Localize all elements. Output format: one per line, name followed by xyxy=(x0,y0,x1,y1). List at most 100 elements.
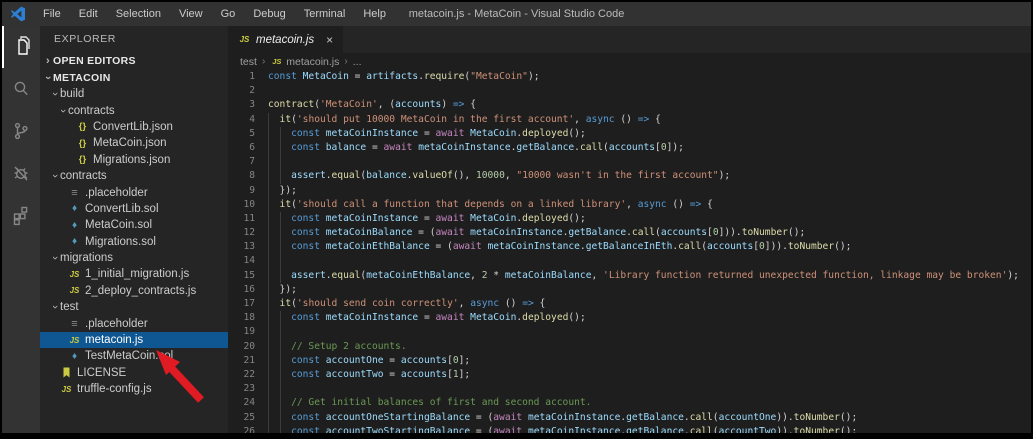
json-file-icon: {} xyxy=(76,138,89,149)
tree-file-metacoin-json[interactable]: {}MetaCoin.json xyxy=(40,135,228,151)
default-file-icon: ≡ xyxy=(68,187,81,199)
indent-guide xyxy=(268,184,280,198)
menu-help[interactable]: Help xyxy=(354,2,395,26)
tree-file-metacoin-js[interactable]: JSmetacoin.js xyxy=(40,332,228,348)
tree-item-label: LICENSE xyxy=(77,367,126,379)
indent-guide xyxy=(280,226,292,240)
chevron-icon: › xyxy=(49,171,61,181)
tree-file--placeholder[interactable]: ≡ .placeholder xyxy=(40,184,228,200)
tree-file--placeholder[interactable]: ≡.placeholder xyxy=(40,315,228,331)
tree-file-2-deploy-contracts-js[interactable]: JS2_deploy_contracts.js xyxy=(40,283,228,299)
line-number: 21 xyxy=(228,354,268,368)
indent-guide xyxy=(268,325,280,339)
line-number: 14 xyxy=(228,254,268,268)
line-number: 1 xyxy=(228,70,268,84)
explorer-sidebar: EXPLORER › OPEN EDITORS › METACOIN ›buil… xyxy=(40,26,228,433)
tree-file-migrations-json[interactable]: {}Migrations.json xyxy=(40,152,228,168)
js-file-icon: JS xyxy=(68,286,81,295)
menu-file[interactable]: File xyxy=(34,2,70,26)
tree-file-testmetacoin-sol[interactable]: ♦TestMetaCoin.sol xyxy=(40,348,228,364)
tab-metacoin-js[interactable]: JS metacoin.js × xyxy=(228,26,343,53)
tree-folder-contracts[interactable]: ›contracts xyxy=(40,102,228,118)
indent-guide xyxy=(280,354,292,368)
code-line: 11const metaCoinInstance = await MetaCoi… xyxy=(228,212,1031,226)
vscode-logo-icon xyxy=(10,6,26,22)
extensions-icon[interactable] xyxy=(2,194,40,236)
menu-view[interactable]: View xyxy=(170,2,212,26)
code-line: 23 xyxy=(228,382,1031,396)
line-number: 25 xyxy=(228,411,268,425)
tree-file-convertlib-sol[interactable]: ♦ConvertLib.sol xyxy=(40,201,228,217)
indent-guide xyxy=(268,169,280,183)
indent-guide xyxy=(280,141,292,155)
code-line: 1const MetaCoin = artifacts.require("Met… xyxy=(228,70,1031,84)
source-control-icon[interactable] xyxy=(2,110,40,152)
tree-folder-build[interactable]: ›build xyxy=(40,86,228,102)
js-icon: JS xyxy=(270,57,283,66)
line-number: 24 xyxy=(228,396,268,410)
line-number: 12 xyxy=(228,226,268,240)
code-editor[interactable]: 1const MetaCoin = artifacts.require("Met… xyxy=(228,70,1031,433)
tree-item-label: .placeholder xyxy=(85,318,148,330)
indent-guide xyxy=(268,198,280,212)
tree-item-label: MetaCoin.sol xyxy=(85,219,152,231)
line-number: 10 xyxy=(228,198,268,212)
breadcrumb-item--[interactable]: ... xyxy=(353,56,362,68)
search-icon[interactable] xyxy=(2,68,40,110)
explorer-icon[interactable] xyxy=(2,26,40,68)
tree-item-label: .placeholder xyxy=(85,187,148,199)
line-number: 5 xyxy=(228,127,268,141)
code-line: 3contract('MetaCoin', (accounts) => { xyxy=(228,98,1031,112)
indent-guide xyxy=(280,340,292,354)
indent-guide xyxy=(268,340,280,354)
tree-file-metacoin-sol[interactable]: ♦ MetaCoin.sol xyxy=(40,217,228,233)
tree-folder-contracts[interactable]: ›contracts xyxy=(40,168,228,184)
indent-guide xyxy=(280,169,292,183)
close-icon[interactable]: × xyxy=(324,33,335,47)
tree-file-license[interactable]: LICENSE xyxy=(40,365,228,381)
tree-item-label: contracts xyxy=(68,105,115,117)
code-line: 9}); xyxy=(228,184,1031,198)
indent-guide xyxy=(268,425,280,433)
line-number: 4 xyxy=(228,113,268,127)
breadcrumb-item-test[interactable]: test xyxy=(240,56,257,68)
line-number: 6 xyxy=(228,141,268,155)
chevron-icon: › xyxy=(49,253,61,263)
solidity-file-icon: ♦ xyxy=(68,220,81,231)
tab-label: metacoin.js xyxy=(256,34,314,46)
tree-file-migrations-sol[interactable]: ♦ Migrations.sol xyxy=(40,234,228,250)
tree-item-label: contracts xyxy=(60,170,107,182)
indent-guide xyxy=(268,297,280,311)
code-line: 14 xyxy=(228,254,1031,268)
explorer-title: EXPLORER xyxy=(40,26,228,52)
solidity-file-icon: ♦ xyxy=(68,351,81,362)
tree-item-label: Migrations.sol xyxy=(85,236,156,248)
line-number: 13 xyxy=(228,240,268,254)
breadcrumb-item-metacoin-js[interactable]: metacoin.js xyxy=(286,56,339,68)
menu-go[interactable]: Go xyxy=(212,2,245,26)
chevron-icon: › xyxy=(57,106,69,116)
code-line: 22const accountTwo = accounts[1]; xyxy=(228,368,1031,382)
code-line: 19 xyxy=(228,325,1031,339)
root-folder-label: METACOIN xyxy=(53,72,111,84)
code-line: 18const metaCoinInstance = await MetaCoi… xyxy=(228,311,1031,325)
menu-terminal[interactable]: Terminal xyxy=(295,2,355,26)
tree-file-truffle-config-js[interactable]: JStruffle-config.js xyxy=(40,381,228,397)
menu-selection[interactable]: Selection xyxy=(107,2,170,26)
line-number: 2 xyxy=(228,84,268,98)
tree-item-label: 1_initial_migration.js xyxy=(85,268,189,280)
tree-folder-migrations[interactable]: ›migrations xyxy=(40,250,228,266)
solidity-file-icon: ♦ xyxy=(68,236,81,247)
menu-edit[interactable]: Edit xyxy=(70,2,107,26)
tree-file-convertlib-json[interactable]: {}ConvertLib.json xyxy=(40,119,228,135)
tree-file-1-initial-migration-js[interactable]: JS1_initial_migration.js xyxy=(40,266,228,282)
menu-debug[interactable]: Debug xyxy=(244,2,294,26)
root-folder-section[interactable]: › METACOIN xyxy=(40,69,228,86)
code-line: 4it('should put 10000 MetaCoin in the fi… xyxy=(228,113,1031,127)
open-editors-section[interactable]: › OPEN EDITORS xyxy=(40,52,228,69)
tree-folder-test[interactable]: ›test xyxy=(40,299,228,315)
code-line: 15assert.equal(metaCoinEthBalance, 2 * m… xyxy=(228,269,1031,283)
code-line: 12const metaCoinBalance = (await metaCoi… xyxy=(228,226,1031,240)
code-line: 10it('should call a function that depend… xyxy=(228,198,1031,212)
debug-icon[interactable] xyxy=(2,152,40,194)
